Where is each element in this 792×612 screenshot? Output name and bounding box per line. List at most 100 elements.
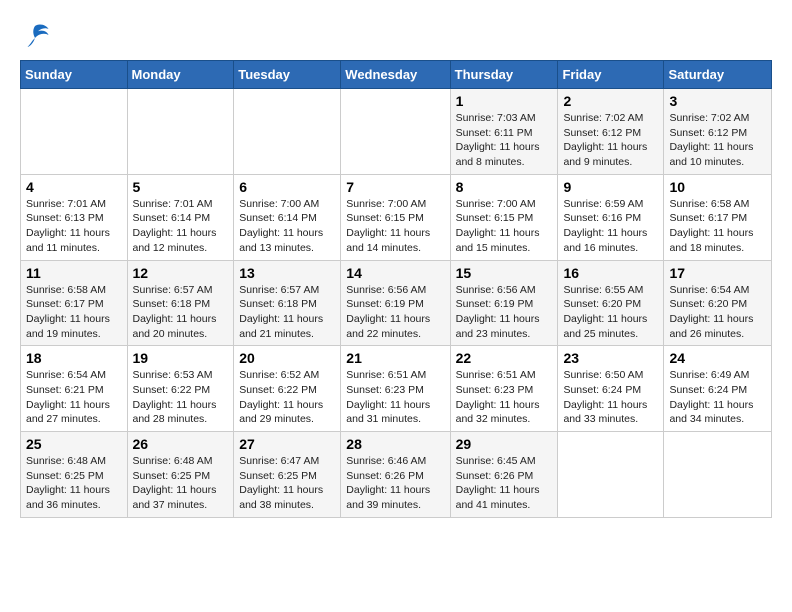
day-info: Sunrise: 6:56 AM Sunset: 6:19 PM Dayligh… [456, 283, 553, 342]
calendar-cell [341, 89, 450, 175]
day-info: Sunrise: 7:01 AM Sunset: 6:14 PM Dayligh… [133, 197, 229, 256]
day-info: Sunrise: 7:03 AM Sunset: 6:11 PM Dayligh… [456, 111, 553, 170]
calendar-header: SundayMondayTuesdayWednesdayThursdayFrid… [21, 61, 772, 89]
calendar-cell: 16 Sunrise: 6:55 AM Sunset: 6:20 PM Dayli… [558, 260, 664, 346]
calendar-cell: 25 Sunrise: 6:48 AM Sunset: 6:25 PM Dayli… [21, 432, 128, 518]
day-number: 19 [133, 350, 229, 366]
calendar-week-5: 25 Sunrise: 6:48 AM Sunset: 6:25 PM Dayli… [21, 432, 772, 518]
day-number: 24 [669, 350, 766, 366]
day-number: 8 [456, 179, 553, 195]
header-cell-monday: Monday [127, 61, 234, 89]
day-number: 10 [669, 179, 766, 195]
day-info: Sunrise: 6:49 AM Sunset: 6:24 PM Dayligh… [669, 368, 766, 427]
day-number: 11 [26, 265, 122, 281]
calendar-cell: 28 Sunrise: 6:46 AM Sunset: 6:26 PM Dayli… [341, 432, 450, 518]
calendar-cell: 9 Sunrise: 6:59 AM Sunset: 6:16 PM Daylig… [558, 174, 664, 260]
calendar-cell: 15 Sunrise: 6:56 AM Sunset: 6:19 PM Dayli… [450, 260, 558, 346]
calendar-cell [21, 89, 128, 175]
calendar-cell: 14 Sunrise: 6:56 AM Sunset: 6:19 PM Dayli… [341, 260, 450, 346]
day-info: Sunrise: 6:48 AM Sunset: 6:25 PM Dayligh… [26, 454, 122, 513]
calendar-cell [234, 89, 341, 175]
day-info: Sunrise: 6:57 AM Sunset: 6:18 PM Dayligh… [239, 283, 335, 342]
day-info: Sunrise: 6:56 AM Sunset: 6:19 PM Dayligh… [346, 283, 444, 342]
day-info: Sunrise: 7:00 AM Sunset: 6:15 PM Dayligh… [456, 197, 553, 256]
logo [20, 20, 54, 50]
header-cell-wednesday: Wednesday [341, 61, 450, 89]
day-number: 15 [456, 265, 553, 281]
header-cell-friday: Friday [558, 61, 664, 89]
calendar-cell: 20Sunrise: 6:52 AM Sunset: 6:22 PM Dayli… [234, 346, 341, 432]
calendar-cell: 22Sunrise: 6:51 AM Sunset: 6:23 PM Dayli… [450, 346, 558, 432]
day-number: 1 [456, 93, 553, 109]
day-info: Sunrise: 6:46 AM Sunset: 6:26 PM Dayligh… [346, 454, 444, 513]
calendar-cell: 6 Sunrise: 7:00 AM Sunset: 6:14 PM Daylig… [234, 174, 341, 260]
day-number: 4 [26, 179, 122, 195]
calendar-cell: 24 Sunrise: 6:49 AM Sunset: 6:24 PM Dayli… [664, 346, 772, 432]
header-cell-saturday: Saturday [664, 61, 772, 89]
day-number: 21 [346, 350, 444, 366]
day-info: Sunrise: 6:51 AM Sunset: 6:23 PM Dayligh… [456, 368, 553, 427]
calendar-cell: 21 Sunrise: 6:51 AM Sunset: 6:23 PM Dayli… [341, 346, 450, 432]
day-number: 25 [26, 436, 122, 452]
calendar-cell: 3 Sunrise: 7:02 AM Sunset: 6:12 PM Daylig… [664, 89, 772, 175]
day-info: Sunrise: 6:59 AM Sunset: 6:16 PM Dayligh… [563, 197, 658, 256]
day-info: Sunrise: 6:57 AM Sunset: 6:18 PM Dayligh… [133, 283, 229, 342]
day-number: 16 [563, 265, 658, 281]
day-number: 17 [669, 265, 766, 281]
calendar-cell: 19 Sunrise: 6:53 AM Sunset: 6:22 PM Dayli… [127, 346, 234, 432]
day-info: Sunrise: 7:02 AM Sunset: 6:12 PM Dayligh… [669, 111, 766, 170]
day-info: Sunrise: 6:55 AM Sunset: 6:20 PM Dayligh… [563, 283, 658, 342]
calendar-cell [664, 432, 772, 518]
day-info: Sunrise: 7:02 AM Sunset: 6:12 PM Dayligh… [563, 111, 658, 170]
day-info: Sunrise: 6:51 AM Sunset: 6:23 PM Dayligh… [346, 368, 444, 427]
day-number: 20 [239, 350, 335, 366]
day-number: 29 [456, 436, 553, 452]
day-info: Sunrise: 6:58 AM Sunset: 6:17 PM Dayligh… [26, 283, 122, 342]
day-info: Sunrise: 6:45 AM Sunset: 6:26 PM Dayligh… [456, 454, 553, 513]
calendar-cell [558, 432, 664, 518]
day-number: 14 [346, 265, 444, 281]
day-info: Sunrise: 6:48 AM Sunset: 6:25 PM Dayligh… [133, 454, 229, 513]
day-number: 28 [346, 436, 444, 452]
calendar-week-1: 1 Sunrise: 7:03 AM Sunset: 6:11 PM Daylig… [21, 89, 772, 175]
day-number: 2 [563, 93, 658, 109]
calendar-cell: 23Sunrise: 6:50 AM Sunset: 6:24 PM Dayli… [558, 346, 664, 432]
day-number: 26 [133, 436, 229, 452]
day-number: 7 [346, 179, 444, 195]
calendar-week-2: 4 Sunrise: 7:01 AM Sunset: 6:13 PM Daylig… [21, 174, 772, 260]
day-number: 5 [133, 179, 229, 195]
day-number: 27 [239, 436, 335, 452]
calendar-cell: 8 Sunrise: 7:00 AM Sunset: 6:15 PM Daylig… [450, 174, 558, 260]
page-header [20, 20, 772, 50]
day-info: Sunrise: 6:58 AM Sunset: 6:17 PM Dayligh… [669, 197, 766, 256]
calendar-cell: 4 Sunrise: 7:01 AM Sunset: 6:13 PM Daylig… [21, 174, 128, 260]
day-number: 3 [669, 93, 766, 109]
header-cell-tuesday: Tuesday [234, 61, 341, 89]
calendar-week-4: 18Sunrise: 6:54 AM Sunset: 6:21 PM Dayli… [21, 346, 772, 432]
header-cell-sunday: Sunday [21, 61, 128, 89]
calendar-cell: 7 Sunrise: 7:00 AM Sunset: 6:15 PM Daylig… [341, 174, 450, 260]
day-number: 6 [239, 179, 335, 195]
header-cell-thursday: Thursday [450, 61, 558, 89]
day-info: Sunrise: 7:00 AM Sunset: 6:15 PM Dayligh… [346, 197, 444, 256]
header-row: SundayMondayTuesdayWednesdayThursdayFrid… [21, 61, 772, 89]
day-number: 12 [133, 265, 229, 281]
calendar-cell: 29 Sunrise: 6:45 AM Sunset: 6:26 PM Dayli… [450, 432, 558, 518]
calendar-cell: 2 Sunrise: 7:02 AM Sunset: 6:12 PM Daylig… [558, 89, 664, 175]
calendar-cell: 13 Sunrise: 6:57 AM Sunset: 6:18 PM Dayli… [234, 260, 341, 346]
calendar-cell [127, 89, 234, 175]
day-number: 23 [563, 350, 658, 366]
day-info: Sunrise: 7:01 AM Sunset: 6:13 PM Dayligh… [26, 197, 122, 256]
day-number: 9 [563, 179, 658, 195]
day-info: Sunrise: 6:47 AM Sunset: 6:25 PM Dayligh… [239, 454, 335, 513]
calendar-cell: 18Sunrise: 6:54 AM Sunset: 6:21 PM Dayli… [21, 346, 128, 432]
calendar-cell: 1 Sunrise: 7:03 AM Sunset: 6:11 PM Daylig… [450, 89, 558, 175]
day-info: Sunrise: 7:00 AM Sunset: 6:14 PM Dayligh… [239, 197, 335, 256]
calendar-cell: 10 Sunrise: 6:58 AM Sunset: 6:17 PM Dayli… [664, 174, 772, 260]
calendar-cell: 12 Sunrise: 6:57 AM Sunset: 6:18 PM Dayli… [127, 260, 234, 346]
calendar-cell: 11 Sunrise: 6:58 AM Sunset: 6:17 PM Dayli… [21, 260, 128, 346]
day-number: 13 [239, 265, 335, 281]
day-info: Sunrise: 6:53 AM Sunset: 6:22 PM Dayligh… [133, 368, 229, 427]
day-info: Sunrise: 6:54 AM Sunset: 6:20 PM Dayligh… [669, 283, 766, 342]
calendar-body: 1 Sunrise: 7:03 AM Sunset: 6:11 PM Daylig… [21, 89, 772, 518]
